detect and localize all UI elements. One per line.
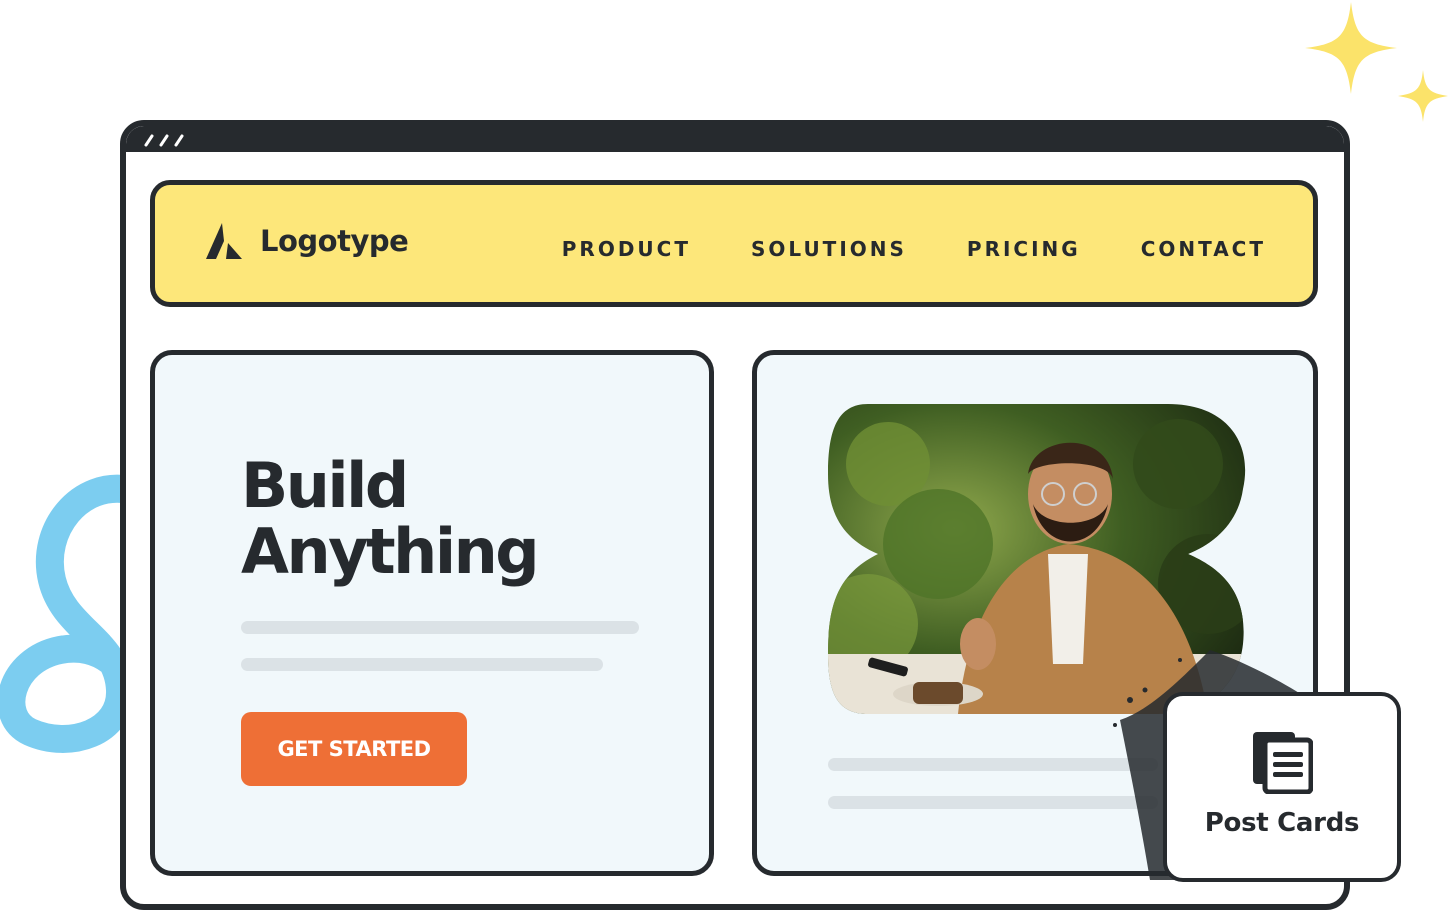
post-cards-label: Post Cards (1204, 808, 1360, 838)
sparkle-small-icon (1398, 70, 1448, 122)
hero-title-line1: Build (241, 449, 409, 522)
nav-item-solutions[interactable]: SOLUTIONS (751, 237, 907, 261)
logo[interactable]: Logotype (204, 221, 409, 261)
logo-text: Logotype (260, 224, 409, 258)
site-header: Logotype PRODUCT SOLUTIONS PRICING CONTA… (150, 180, 1318, 307)
text-placeholder-line (241, 621, 639, 634)
main-nav: PRODUCT SOLUTIONS PRICING CONTACT (562, 237, 1266, 261)
illustration-stage: Logotype PRODUCT SOLUTIONS PRICING CONTA… (0, 0, 1448, 910)
post-cards-widget[interactable]: Post Cards (1163, 692, 1401, 882)
hero-card: Build Anything GET STARTED (150, 350, 714, 876)
nav-item-contact[interactable]: CONTACT (1141, 237, 1266, 261)
nav-item-pricing[interactable]: PRICING (967, 237, 1081, 261)
sparkle-icon (1305, 2, 1397, 94)
nav-item-product[interactable]: PRODUCT (562, 237, 691, 261)
logo-icon (206, 223, 242, 259)
window-controls-icon (144, 134, 184, 147)
text-placeholder-line (241, 658, 603, 671)
browser-title-bar (126, 126, 1344, 152)
hero-title: Build Anything (241, 453, 540, 588)
squiggle-decoration (0, 474, 140, 753)
get-started-button[interactable]: GET STARTED (241, 712, 467, 786)
document-stack-icon (1253, 732, 1313, 794)
hero-title-line2: Anything (241, 515, 540, 588)
